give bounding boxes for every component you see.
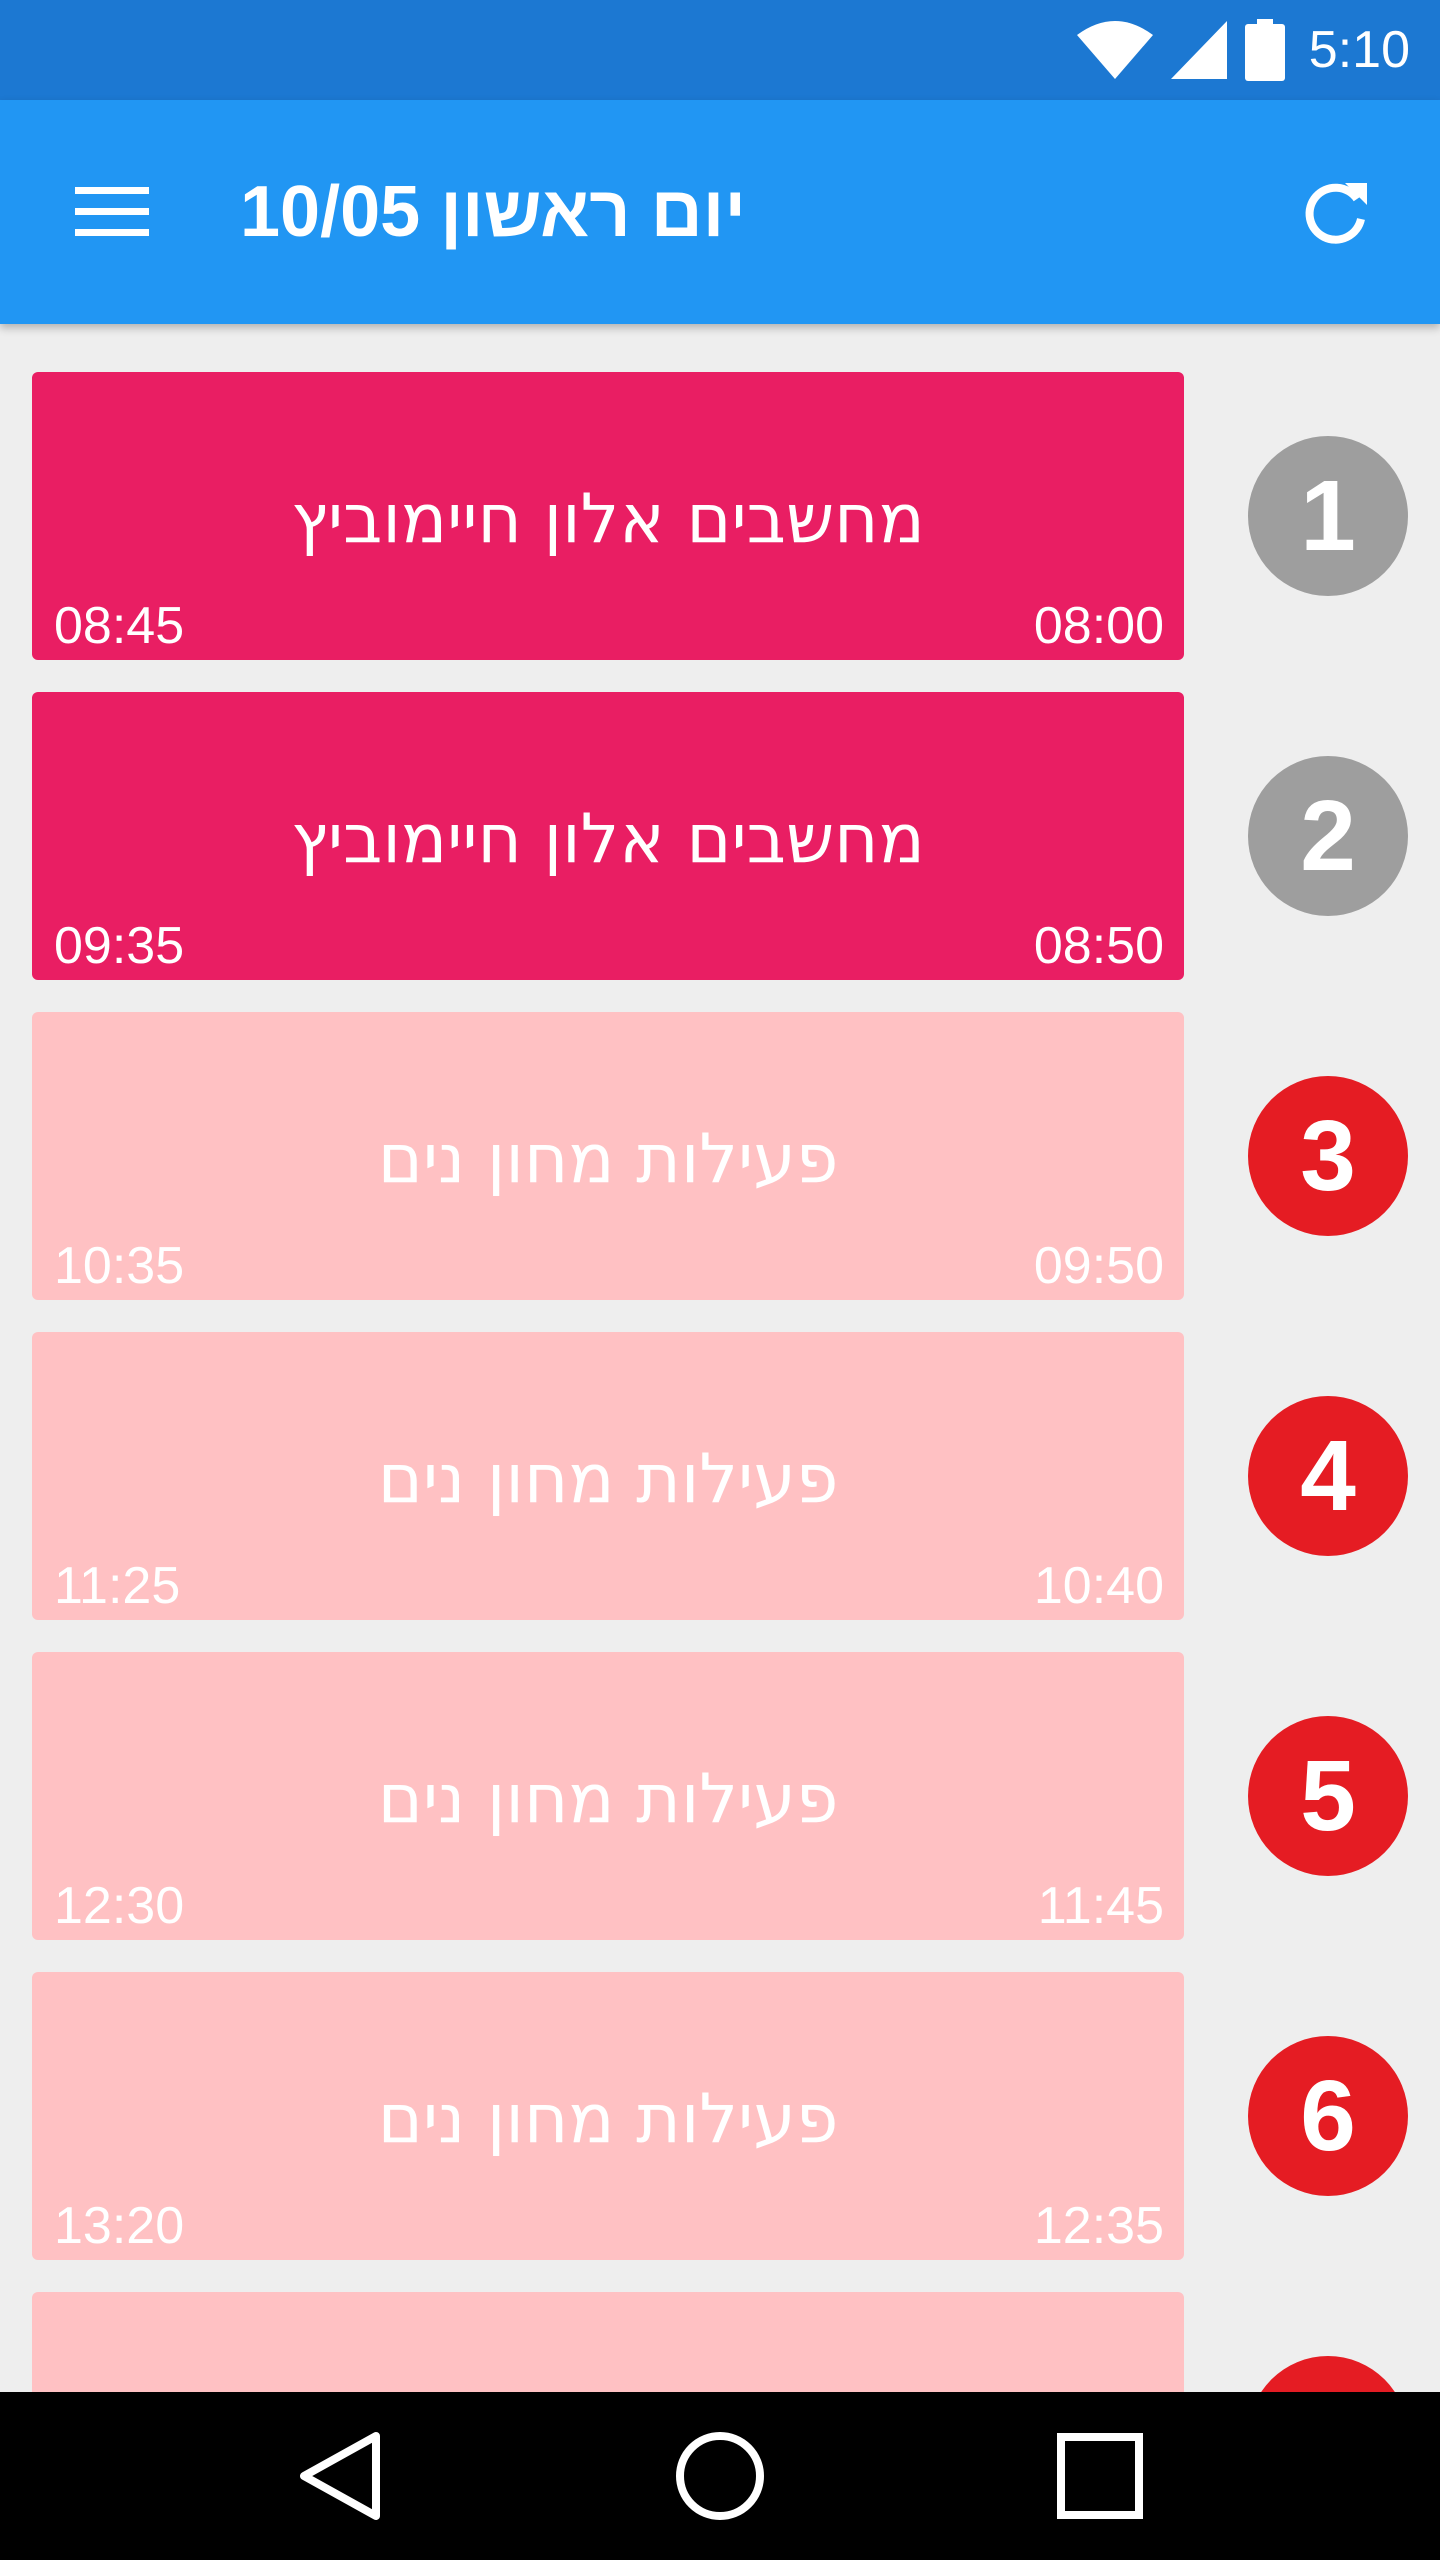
lesson-row[interactable]: מחשבים אלון חיימוביץ 08:45 08:00 1: [0, 372, 1440, 660]
lesson-start-time: 08:00: [1033, 597, 1164, 655]
lesson-card[interactable]: פעילות מחון נים 13:20 12:35: [32, 1972, 1184, 2260]
lesson-number-badge: 2: [1248, 756, 1408, 916]
lesson-card[interactable]: פעילות מחון נים 10:35 09:50: [32, 1012, 1184, 1300]
lesson-subject: פעילות מחון נים: [377, 1440, 839, 1519]
lesson-number-badge: 6: [1248, 2036, 1408, 2196]
lesson-card[interactable]: פעילות מחון נים 12:30 11:45: [32, 1652, 1184, 1940]
menu-button[interactable]: [64, 170, 160, 254]
lesson-subject: פעילות מחון נים: [377, 2080, 839, 2159]
lesson-card[interactable]: מחשבים אלון חיימוביץ 09:35 08:50: [32, 692, 1184, 980]
signal-icon: [1170, 21, 1227, 79]
app-bar: יום ראשון 10/05: [0, 100, 1440, 324]
lesson-row[interactable]: פעילות מחון נים 12:30 11:45 5: [0, 1652, 1440, 1940]
lesson-card[interactable]: פעילות מחון נים 11:25 10:40: [32, 1332, 1184, 1620]
lesson-end-time: 13:20: [54, 2197, 185, 2255]
navigation-bar: [0, 2392, 1440, 2560]
wifi-icon: [1076, 21, 1153, 79]
refresh-button[interactable]: [1288, 164, 1384, 260]
lesson-end-time: 11:25: [54, 1557, 181, 1615]
lesson-row[interactable]: פעילות מחון נים 10:35 09:50 3: [0, 1012, 1440, 1300]
lesson-end-time: 10:35: [54, 1237, 185, 1295]
lesson-start-time: 09:50: [1033, 1237, 1164, 1295]
back-button[interactable]: [290, 2426, 390, 2526]
lesson-subject: מחשבים אלון חיימוביץ: [291, 800, 925, 879]
lesson-start-time: 12:35: [1033, 2197, 1164, 2255]
lesson-number-badge: [1248, 2356, 1408, 2392]
lesson-start-time: 11:45: [1037, 1877, 1164, 1935]
lesson-subject: פעילות מחון נים: [377, 1760, 839, 1839]
lesson-row[interactable]: מחשבים אלון חיימוביץ 09:35 08:50 2: [0, 692, 1440, 980]
back-icon: [300, 2432, 380, 2520]
recents-button[interactable]: [1050, 2426, 1150, 2526]
status-bar: 5:10: [0, 0, 1440, 100]
lesson-card[interactable]: [32, 2292, 1184, 2392]
page-title: יום ראשון 10/05: [240, 172, 747, 252]
lesson-number-badge: 3: [1248, 1076, 1408, 1236]
lesson-end-time: 08:45: [54, 597, 185, 655]
lesson-end-time: 12:30: [54, 1877, 185, 1935]
lesson-row[interactable]: פעילות מחון נים 11:25 10:40 4: [0, 1332, 1440, 1620]
lesson-start-time: 10:40: [1033, 1557, 1164, 1615]
lesson-end-time: 09:35: [54, 917, 185, 975]
battery-icon: [1244, 19, 1285, 81]
lesson-number-badge: 4: [1248, 1396, 1408, 1556]
lesson-number-badge: 1: [1248, 436, 1408, 596]
lesson-row[interactable]: פעילות מחון נים 13:20 12:35 6: [0, 1972, 1440, 2260]
schedule-list[interactable]: מחשבים אלון חיימוביץ 08:45 08:00 1 מחשבים אל…: [0, 324, 1440, 2392]
lesson-subject: מחשבים אלון חיימוביץ: [291, 480, 925, 559]
home-button[interactable]: [670, 2426, 770, 2526]
status-time: 5:10: [1308, 21, 1410, 79]
refresh-icon: [1305, 183, 1367, 244]
home-icon: [676, 2432, 764, 2520]
lesson-card[interactable]: מחשבים אלון חיימוביץ 08:45 08:00: [32, 372, 1184, 660]
recents-icon: [1057, 2433, 1143, 2519]
status-icons: 5:10: [1076, 0, 1410, 100]
lesson-number-badge: 5: [1248, 1716, 1408, 1876]
lesson-start-time: 08:50: [1033, 917, 1164, 975]
lesson-row[interactable]: [0, 2292, 1440, 2392]
menu-icon: [75, 187, 149, 236]
lesson-subject: פעילות מחון נים: [377, 1120, 839, 1199]
